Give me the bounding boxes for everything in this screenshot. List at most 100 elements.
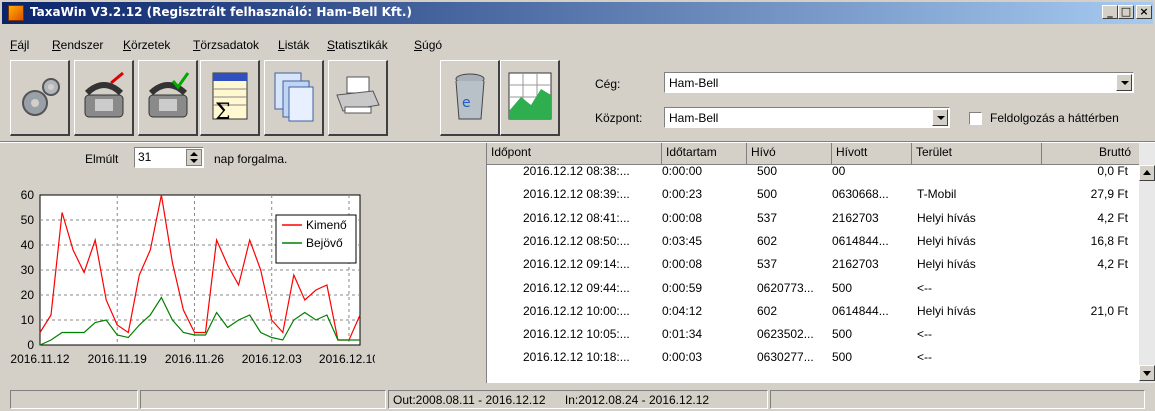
table-row[interactable]: 2016.12.12 10:18:... 0:00:03 0630277... 500… — [487, 347, 1140, 370]
cell-time: 2016.12.12 10:18:... — [523, 350, 630, 365]
x-tick-label: 2016.11.12 — [10, 352, 69, 366]
cell-called: 0614844... — [832, 233, 889, 248]
company-select[interactable]: Ham-Bell — [664, 72, 1134, 93]
cell-caller: 537 — [757, 210, 778, 225]
status-in-range: In:2012.08.24 - 2016.12.12 — [564, 393, 710, 407]
cell-duration: 0:00:08 — [662, 257, 703, 272]
phone-outgoing-icon — [84, 71, 124, 118]
cell-area: T-Mobil — [917, 187, 957, 202]
cell-area: <-- — [917, 327, 932, 342]
table-row[interactable]: 2016.12.12 08:50:... 0:03:45 602 0614844...… — [487, 231, 1140, 254]
y-tick-label: 60 — [21, 188, 35, 202]
menu-help[interactable]: Súgó — [414, 38, 442, 52]
y-tick-label: 0 — [27, 338, 34, 352]
status-bar: Out:2008.08.11 - 2016.12.12 In:2012.08.2… — [0, 388, 1155, 411]
cell-area: <-- — [917, 280, 932, 295]
cell-called: 2162703 — [832, 210, 879, 225]
background-processing-checkbox[interactable] — [969, 112, 982, 125]
menu-system[interactable]: Rendszer — [52, 38, 103, 52]
table-row[interactable]: 2016.12.12 08:39:... 0:00:23 500 0630668...… — [487, 184, 1140, 207]
chevron-down-icon[interactable] — [932, 109, 948, 126]
exchange-select[interactable]: Ham-Bell — [664, 107, 950, 128]
menu-districts[interactable]: Körzetek — [123, 38, 170, 52]
cell-time: 2016.12.12 09:14:... — [523, 257, 630, 272]
cell-duration: 0:00:08 — [662, 210, 703, 225]
minimize-button[interactable]: _ — [1102, 5, 1118, 19]
legend-label: Kimenő — [306, 218, 347, 232]
cell-area: Helyi hívás — [917, 233, 976, 248]
status-panel-4 — [770, 390, 1145, 409]
cell-caller: 0620773... — [757, 280, 814, 295]
cell-caller: 0630277... — [757, 350, 814, 365]
cell-duration: 0:01:34 — [662, 327, 703, 342]
table-row[interactable]: 2016.12.12 10:00:... 0:04:12 602 0614844...… — [487, 301, 1140, 324]
table-row[interactable]: 2016.12.12 09:14:... 0:00:08 537 2162703 Hel… — [487, 254, 1140, 277]
cell-called: 500 — [832, 327, 853, 342]
scroll-up-icon[interactable] — [1139, 165, 1155, 181]
status-panel-2 — [140, 390, 386, 409]
traffic-chart-svg: 60 50 40 30 20 10 02016.11.12 2016.11.19 2016.11… — [10, 188, 375, 366]
documents-button[interactable] — [264, 60, 324, 136]
y-tick-label: 40 — [21, 238, 35, 252]
statistics-chart-button[interactable] — [500, 60, 560, 136]
cell-called: 2162703 — [832, 257, 879, 272]
scroll-down-icon[interactable] — [1139, 365, 1155, 381]
days-spinner[interactable]: 31 — [134, 147, 204, 168]
summary-button[interactable]: Σ — [200, 60, 260, 136]
cell-caller: 602 — [757, 233, 778, 248]
close-button[interactable]: × — [1136, 5, 1152, 19]
trash-bin-icon: e — [455, 73, 485, 120]
chart-grid-icon — [508, 72, 552, 120]
period-prefix: Elmúlt — [85, 152, 119, 166]
background-processing-label: Feldolgozás a háttérben — [990, 111, 1119, 125]
traffic-chart: 60 50 40 30 20 10 0 2016.11.12 2016.11.19 2016.11… — [10, 185, 375, 375]
menu-statistics[interactable]: Statisztikák — [327, 38, 388, 52]
x-tick-label: 2016.11.19 — [88, 352, 147, 366]
menu-bar: Fájl Rendszer Körzetek Törzsadatok Listá… — [0, 36, 1155, 56]
cell-gross: 4,2 Ft — [1097, 257, 1128, 272]
vertical-scrollbar[interactable] — [1139, 143, 1155, 383]
table-row[interactable]: 2016.12.12 08:41:... 0:00:08 537 2162703 Hel… — [487, 208, 1140, 231]
outgoing-calls-button[interactable] — [74, 60, 134, 136]
documents-icon — [274, 72, 314, 122]
table-row[interactable]: 2016.12.12 10:05:... 0:01:34 0623502... 500… — [487, 324, 1140, 347]
delete-button[interactable]: e — [440, 60, 500, 136]
cell-area: Helyi hívás — [917, 303, 976, 318]
cell-duration: 0:00:03 — [662, 350, 703, 365]
cell-gross: 4,2 Ft — [1097, 210, 1128, 225]
cell-called: 500 — [832, 350, 853, 365]
days-value: 31 — [138, 150, 152, 164]
settings-gears-icon — [22, 78, 60, 116]
main-window: TaxaWin V3.2.12 (Regisztrált felhasználó… — [0, 0, 1155, 411]
check-calls-button[interactable] — [138, 60, 198, 136]
calendar-sum-icon: Σ — [212, 72, 248, 125]
cell-time: 2016.12.12 08:41:... — [523, 210, 630, 225]
settings-button[interactable] — [10, 60, 70, 136]
print-button[interactable] — [328, 60, 388, 136]
exchange-value: Ham-Bell — [669, 111, 719, 125]
y-tick-label: 10 — [21, 313, 35, 327]
svg-text:e: e — [462, 95, 471, 111]
menu-lists[interactable]: Listák — [278, 38, 309, 52]
cell-duration: 0:03:45 — [662, 233, 703, 248]
menu-master-data[interactable]: Törzsadatok — [193, 38, 259, 52]
table-row[interactable]: 2016.12.12 08:38:... 0:00:00 500 00 0,0 Ft — [487, 161, 1140, 184]
cell-caller: 602 — [757, 303, 778, 318]
app-icon[interactable] — [8, 5, 24, 21]
legend-label: Bejövő — [306, 236, 343, 250]
cell-gross: 0,0 Ft — [1097, 164, 1128, 178]
y-tick-label: 30 — [21, 263, 35, 277]
y-tick-label: 20 — [21, 288, 35, 302]
spinner-arrows-icon[interactable] — [186, 149, 202, 166]
menu-file[interactable]: Fájl — [10, 38, 29, 52]
maximize-button[interactable]: □ — [1118, 5, 1134, 19]
cell-duration: 0:00:59 — [662, 280, 703, 295]
x-tick-label: 2016.11.26 — [165, 352, 224, 366]
status-date-ranges: Out:2008.08.11 - 2016.12.12 In:2012.08.2… — [388, 390, 768, 409]
cell-gross: 21,0 Ft — [1090, 303, 1128, 318]
chevron-down-icon[interactable] — [1116, 74, 1132, 91]
status-panel-1 — [10, 390, 138, 409]
cell-time: 2016.12.12 10:00:... — [523, 303, 630, 318]
table-row[interactable]: 2016.12.12 09:44:... 0:00:59 0620773... 500… — [487, 278, 1140, 301]
title-bar: TaxaWin V3.2.12 (Regisztrált felhasználó… — [2, 2, 1153, 24]
